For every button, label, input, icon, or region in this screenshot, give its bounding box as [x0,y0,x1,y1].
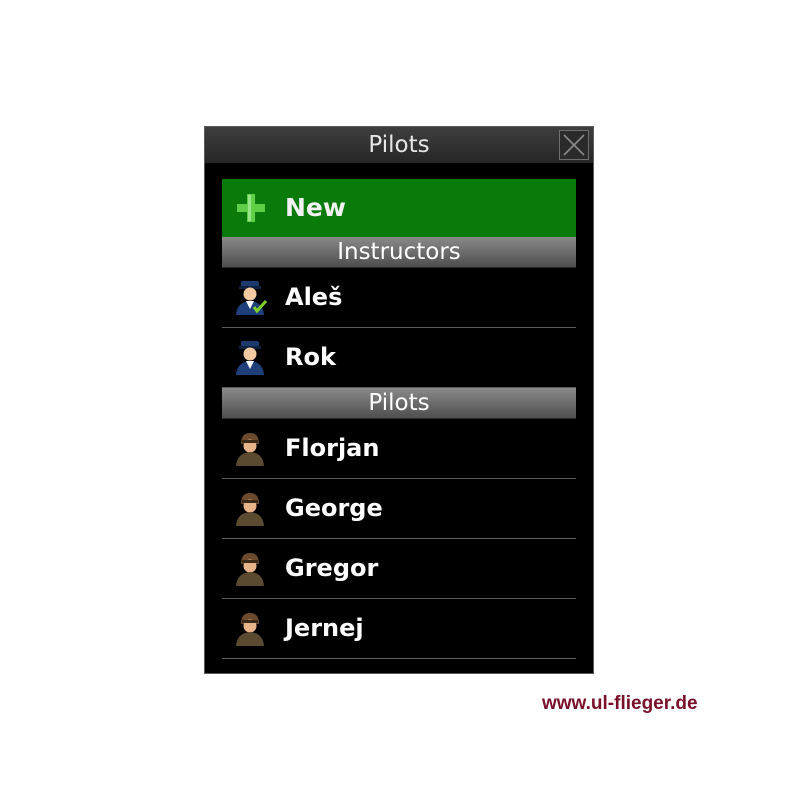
pilot-avatar-icon [236,433,264,466]
pilot-avatar-icon [236,493,264,526]
watermark-text: www.ul-flieger.de [542,693,698,714]
list-item-pilot[interactable]: Jernej [222,599,576,659]
list-item-instructor[interactable]: Rok [222,328,576,388]
list-item-pilot[interactable]: George [222,479,576,539]
pilot-avatar-icon [236,553,264,586]
instructor-pilot-icon [236,341,264,375]
pilot-avatar-icon [236,613,264,646]
section-header-instructors: Instructors [222,237,576,268]
close-icon [563,134,585,156]
pilot-name: George [285,494,383,522]
instructor-pilot-icon [236,281,268,315]
title-bar: Pilots [205,127,593,163]
pilot-name: Gregor [285,554,379,582]
section-header-pilots: Pilots [222,388,576,419]
new-pilot-button[interactable]: New [222,179,576,237]
plus-icon [237,194,265,222]
list-item-instructor[interactable]: Aleš [222,268,576,328]
list-item-pilot[interactable]: Florjan [222,419,576,479]
dialog-title: Pilots [368,132,430,158]
pilot-name: Jernej [285,614,364,642]
close-button[interactable] [559,130,589,160]
pilot-name: Rok [285,343,336,371]
pilot-list: New Instructors Aleš Rok Pilots Florjan … [222,179,576,659]
pilot-name: Florjan [285,434,380,462]
pilot-name: Aleš [285,283,343,311]
new-button-label: New [285,193,346,222]
list-item-pilot[interactable]: Gregor [222,539,576,599]
pilots-dialog: Pilots New Instructors Aleš Rok Pilots F… [204,126,594,674]
